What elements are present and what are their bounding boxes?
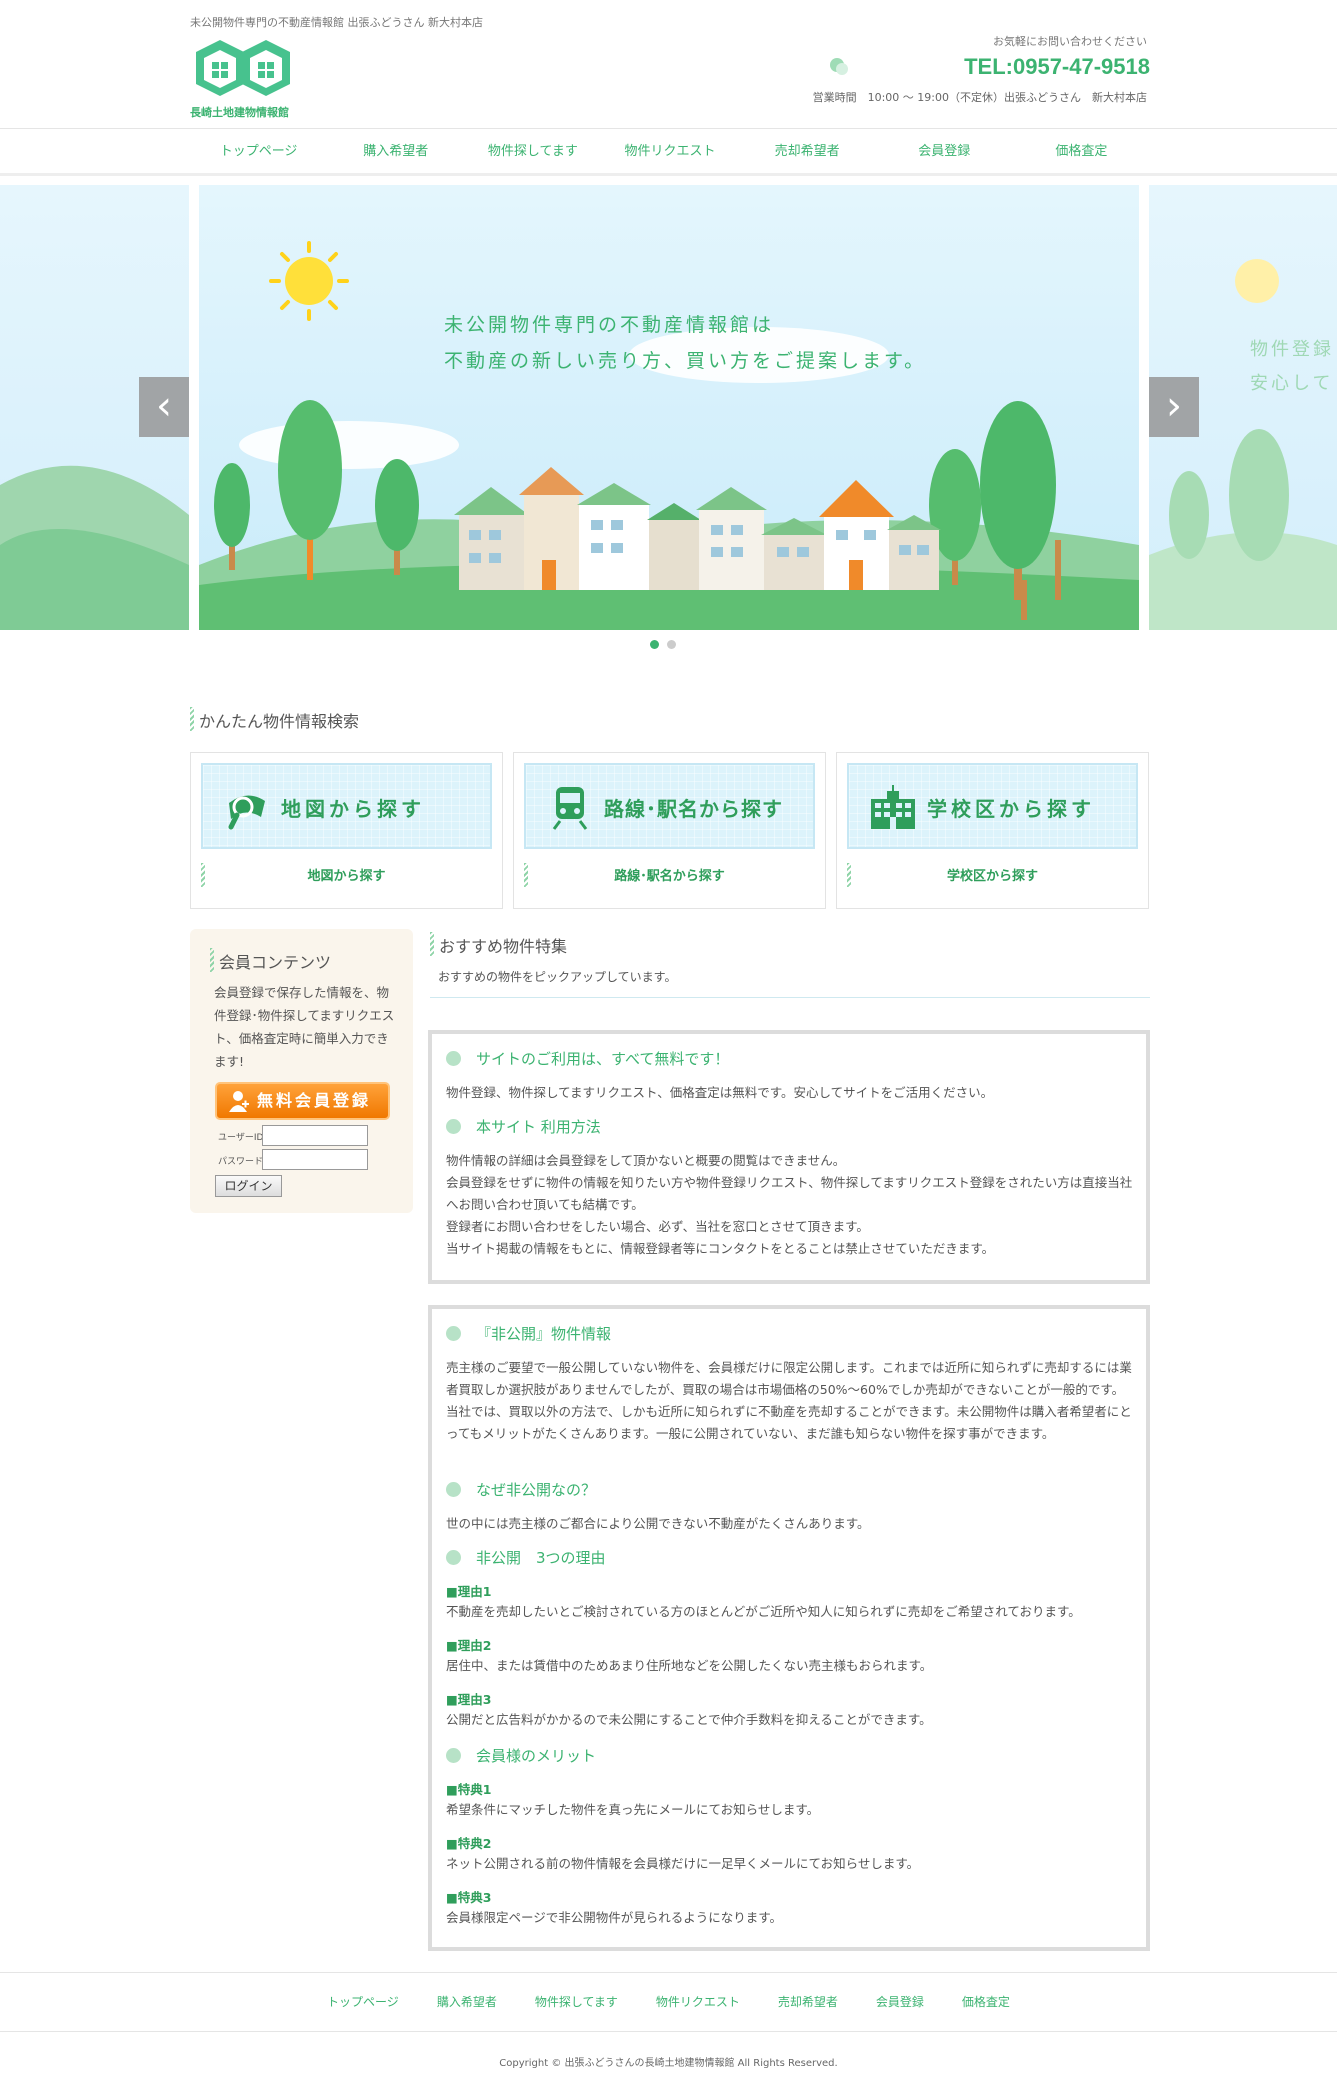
contact-label: お気軽にお問い合わせください [993, 35, 1147, 48]
user-id-input[interactable] [262, 1125, 368, 1146]
side-slide-caption: 物件登録 安心して [1250, 333, 1334, 401]
usage-info-box: サイトのご利用は、すべて無料です！ 物件登録、物件探してますリクエスト、価格査定… [428, 1030, 1150, 1284]
phone-icon [830, 58, 848, 75]
nav-item-searching[interactable]: 物件探してます [464, 129, 601, 174]
search-by-map-label: 地図から探す [281, 797, 425, 821]
benefit-1-text: 希望条件にマッチした物件を真っ先にメールにてお知らせします。 [446, 1802, 820, 1817]
main-nav: トップページ 購入希望者 物件探してます 物件リクエスト 売却希望者 会員登録 … [0, 128, 1337, 176]
info-heading-reasons: 非公開 3つの理由 [446, 1547, 606, 1568]
login-button[interactable]: ログイン [215, 1175, 282, 1197]
reason-3-title: ■理由3 [446, 1692, 492, 1707]
reason-1-text: 不動産を売却したいとご検討されている方のほとんどがご近所や知人に知られずに売却を… [446, 1604, 1081, 1619]
benefit-2-title: ■特典2 [446, 1836, 492, 1851]
side-caption-line1: 物件登録 [1250, 339, 1334, 360]
password-input[interactable] [262, 1149, 368, 1170]
site-tagline: 未公開物件専門の不動産情報館 出張ふどうさん 新大村本店 [190, 16, 483, 29]
info-text-usage-1: 物件情報の詳細は会員登録をして頂かないと概要の閲覧はできません。 [446, 1153, 846, 1168]
info-heading-why: なぜ非公開なの？ [446, 1479, 596, 1500]
copyright: Copyright © 出張ふどうさんの長崎土地建物情報館 All Rights… [499, 2058, 838, 2069]
footer-item-sellers[interactable]: 売却希望者 [778, 1973, 838, 2031]
user-icon [229, 1091, 249, 1112]
info-text-free: 物件登録、物件探してますリクエスト、価格査定は無料です。安心してサイトをご活用く… [446, 1085, 994, 1100]
reason-2-title: ■理由2 [446, 1638, 492, 1653]
free-register-button[interactable]: 無料会員登録 [215, 1082, 390, 1120]
footer-item-searching[interactable]: 物件探してます [535, 1973, 618, 2031]
slider-pagination [650, 640, 676, 649]
search-by-station-button[interactable]: 路線･駅名から探す [524, 763, 815, 849]
reason-3-text: 公開だと広告料がかかるので未公開にすることで仲介手数料を抑えることができます。 [446, 1712, 932, 1727]
footer-item-request[interactable]: 物件リクエスト [656, 1973, 740, 2031]
business-hours: 営業時間 10:00 ～ 19:00（不定休）出張ふどうさん 新大村本店 [812, 91, 1147, 104]
member-description: 会員登録で保存した情報を、物件登録･物件探してますリクエスト、価格査定時に簡単入… [214, 985, 395, 1069]
search-box-school: 学校区から探す 学校区から探す [836, 752, 1149, 909]
reason-1-title: ■理由1 [446, 1584, 492, 1599]
logo-text: 長崎土地建物情報館 [190, 106, 289, 119]
search-by-school-link[interactable]: 学校区から探す [837, 865, 1148, 884]
info-heading-private: 『非公開』物件情報 [446, 1323, 611, 1344]
search-by-map-button[interactable]: 地図から探す [201, 763, 492, 849]
search-box-map: 地図から探す 地図から探す [190, 752, 503, 909]
nav-item-appraisal[interactable]: 価格査定 [1013, 129, 1150, 174]
benefit-2-text: ネット公開される前の物件情報を会員様だけに一足早くメールにてお知らせします。 [446, 1856, 920, 1871]
hero-slider: 未公開物件専門の不動産情報館は 不動産の新しい売り方、買い方をご提案します。 物… [0, 185, 1337, 630]
benefit-1-title: ■特典1 [446, 1782, 492, 1797]
map-search-icon [228, 795, 265, 830]
slide-current[interactable]: 未公開物件専門の不動産情報館は 不動産の新しい売り方、買い方をご提案します。 [199, 185, 1139, 630]
train-icon [552, 787, 588, 830]
search-box-station: 路線･駅名から探す 路線･駅名から探す [513, 752, 826, 909]
slider-next-button[interactable]: › [1149, 377, 1199, 437]
info-text-usage-2: 会員登録をせずに物件の情報を知りたい方や物件登録リクエスト、物件探してますリクエ… [446, 1175, 1133, 1212]
nav-item-request[interactable]: 物件リクエスト [601, 129, 738, 174]
member-heading: 会員コンテンツ [210, 948, 331, 973]
search-by-station-link[interactable]: 路線･駅名から探す [514, 865, 825, 884]
search-by-map-link[interactable]: 地図から探す [191, 865, 502, 884]
user-id-label: ユーザーID: [218, 1133, 267, 1143]
footer-item-appraisal[interactable]: 価格査定 [962, 1973, 1010, 2031]
search-by-school-label: 学校区から探す [927, 797, 1095, 821]
footer-nav: トップページ 購入希望者 物件探してます 物件リクエスト 売却希望者 会員登録 … [0, 1972, 1337, 2032]
benefit-3-title: ■特典3 [446, 1890, 492, 1905]
info-text-usage-4: 当サイト掲載の情報をもとに、情報登録者等にコンタクトをとることは禁止させていただ… [446, 1241, 995, 1256]
free-register-label: 無料会員登録 [257, 1091, 372, 1110]
phone-number[interactable]: TEL:0957-47-9518 [964, 54, 1150, 80]
slider-dot-1[interactable] [650, 640, 659, 649]
info-heading-usage: 本サイト 利用方法 [446, 1116, 601, 1137]
password-label: パスワード: [218, 1157, 267, 1167]
nav-item-top[interactable]: トップページ [190, 129, 327, 174]
recommend-subtitle: おすすめの物件をピックアップしています。 [438, 970, 677, 984]
benefit-3-text: 会員様限定ページで非公開物件が見られるようになります。 [446, 1910, 783, 1925]
footer-item-register[interactable]: 会員登録 [876, 1973, 924, 2031]
search-by-school-button[interactable]: 学校区から探す [847, 763, 1138, 849]
info-text-private: 売主様のご要望で一般公開していない物件を、会員様だけに限定公開します。これまでは… [446, 1360, 1132, 1441]
school-icon [871, 785, 915, 829]
slider-dot-2[interactable] [667, 640, 676, 649]
footer-item-top[interactable]: トップページ [327, 1973, 399, 2031]
private-listing-info-box: 『非公開』物件情報 売主様のご要望で一般公開していない物件を、会員様だけに限定公… [428, 1305, 1150, 1951]
user-id-row: ユーザーID: [218, 1125, 368, 1146]
slide-caption-line2: 不動産の新しい売り方、買い方をご提案します。 [444, 350, 927, 372]
search-heading: かんたん物件情報検索 [190, 707, 359, 732]
info-text-usage-3: 登録者にお問い合わせをしたい場合、必ず、当社を窓口とさせて頂きます。 [446, 1219, 869, 1234]
slider-prev-button[interactable]: ‹ [139, 377, 189, 437]
info-text-why: 世の中には売主様のご都合により公開できない不動産がたくさんあります。 [446, 1516, 870, 1531]
town-illustration [199, 185, 1139, 630]
search-by-station-label: 路線･駅名から探す [604, 797, 783, 821]
nav-item-sellers[interactable]: 売却希望者 [739, 129, 876, 174]
nav-item-buyers[interactable]: 購入希望者 [327, 129, 464, 174]
side-caption-line2: 安心して [1250, 373, 1334, 394]
slide-caption: 未公開物件専門の不動産情報館は 不動産の新しい売り方、買い方をご提案します。 [444, 307, 926, 379]
info-heading-free: サイトのご利用は、すべて無料です！ [446, 1048, 729, 1069]
password-row: パスワード: [218, 1149, 368, 1170]
reason-2-text: 居住中、または賃借中のためあまり住所地などを公開したくない売主様もおられます。 [446, 1658, 933, 1673]
info-heading-merits: 会員様のメリット [446, 1745, 596, 1766]
slide-caption-line1: 未公開物件専門の不動産情報館は [444, 314, 775, 336]
divider [430, 997, 1150, 998]
recommend-heading: おすすめ物件特集 [430, 932, 567, 957]
footer-item-buyers[interactable]: 購入希望者 [437, 1973, 497, 2031]
nav-item-register[interactable]: 会員登録 [876, 129, 1013, 174]
member-panel: 会員コンテンツ 会員登録で保存した情報を、物件登録･物件探してますリクエスト、価… [190, 929, 413, 1213]
